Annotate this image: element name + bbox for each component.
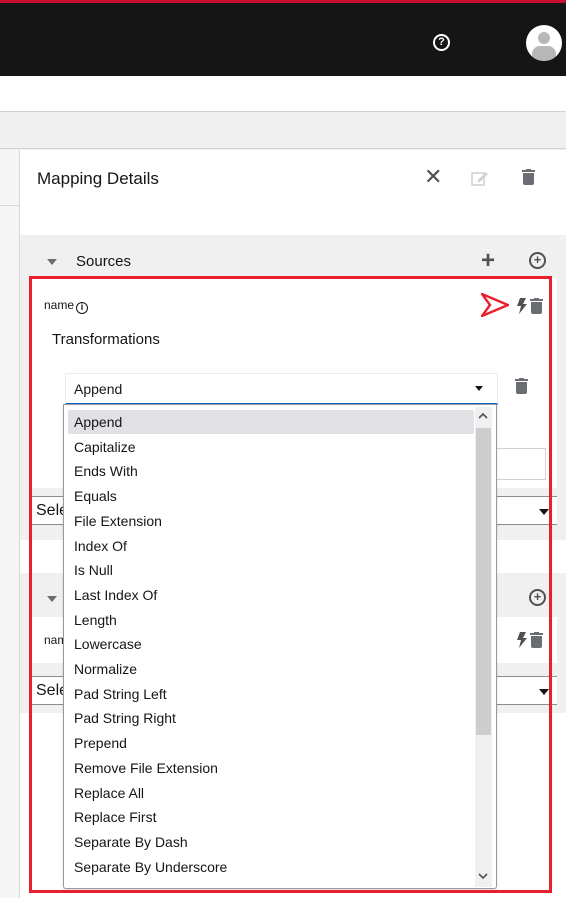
- dropdown-option[interactable]: Equals: [68, 484, 474, 508]
- remove-source-field-icon[interactable]: [530, 298, 543, 319]
- transformation-dropdown-list[interactable]: Append Capitalize Ends With Equals File Exte…: [63, 404, 497, 889]
- source-field-label: name: [44, 298, 75, 312]
- source-field-name: name i: [44, 298, 89, 314]
- dropdown-option[interactable]: Remove File Extension: [68, 756, 474, 780]
- user-avatar-icon[interactable]: [526, 25, 562, 61]
- dropdown-option[interactable]: File Extension: [68, 509, 474, 533]
- dropdown-option[interactable]: Length: [68, 608, 474, 632]
- close-icon[interactable]: ✕: [424, 166, 442, 188]
- left-pane-edge: [0, 150, 20, 898]
- panel-title: Mapping Details: [37, 169, 159, 188]
- remove-target-field-icon[interactable]: [530, 632, 543, 653]
- delete-mapping-icon[interactable]: [522, 169, 535, 188]
- dropdown-option[interactable]: Capitalize: [68, 435, 474, 459]
- dropdown-option[interactable]: Lowercase: [68, 632, 474, 656]
- dropdown-option[interactable]: Replace First: [68, 805, 474, 829]
- sources-label: Sources: [76, 253, 132, 270]
- add-target-circle-icon[interactable]: +: [529, 589, 546, 606]
- lightning-bolt-icon[interactable]: [517, 632, 527, 648]
- dropdown-scrollbar[interactable]: [475, 407, 492, 887]
- dropdown-option[interactable]: Prepend: [68, 731, 474, 755]
- help-icon[interactable]: ?: [433, 34, 450, 51]
- add-source-circle-icon[interactable]: +: [529, 252, 546, 269]
- collapse-targets-icon[interactable]: [47, 596, 57, 602]
- toolbar-bar: [0, 113, 566, 149]
- remove-transformation-icon[interactable]: [515, 378, 528, 399]
- dropdown-option[interactable]: Index Of: [68, 534, 474, 558]
- transformation-select-value: Append: [74, 381, 123, 397]
- chevron-down-icon: [539, 689, 549, 695]
- scrollbar-thumb[interactable]: [476, 428, 491, 735]
- annotation-arrow-icon: [481, 293, 509, 317]
- info-icon[interactable]: i: [76, 302, 89, 314]
- sub-header-bar: [0, 76, 566, 112]
- collapse-sources-icon[interactable]: [47, 259, 57, 265]
- scroll-up-icon[interactable]: [478, 411, 488, 423]
- scroll-down-icon[interactable]: [478, 871, 488, 883]
- dropdown-option[interactable]: Pad String Right: [68, 706, 474, 730]
- dropdown-option[interactable]: Append: [68, 410, 474, 434]
- chevron-down-icon: [539, 509, 549, 515]
- dropdown-option[interactable]: Last Index Of: [68, 583, 474, 607]
- dropdown-option[interactable]: Separate By Underscore: [68, 855, 474, 879]
- dropdown-option[interactable]: Normalize: [68, 657, 474, 681]
- dropdown-option[interactable]: Is Null: [68, 558, 474, 582]
- top-navbar: ?: [0, 0, 566, 76]
- add-source-icon[interactable]: +: [481, 249, 495, 273]
- edit-icon[interactable]: [471, 170, 489, 186]
- transformations-heading: Transformations: [52, 331, 160, 348]
- dropdown-option[interactable]: Pad String Left: [68, 682, 474, 706]
- dropdown-option[interactable]: Ends With: [68, 459, 474, 483]
- dropdown-option[interactable]: Separate By Dash: [68, 830, 474, 854]
- dropdown-option[interactable]: Replace All: [68, 781, 474, 805]
- transformation-select[interactable]: Append: [65, 373, 498, 405]
- chevron-down-icon: [475, 386, 483, 391]
- lightning-bolt-icon[interactable]: [517, 298, 527, 314]
